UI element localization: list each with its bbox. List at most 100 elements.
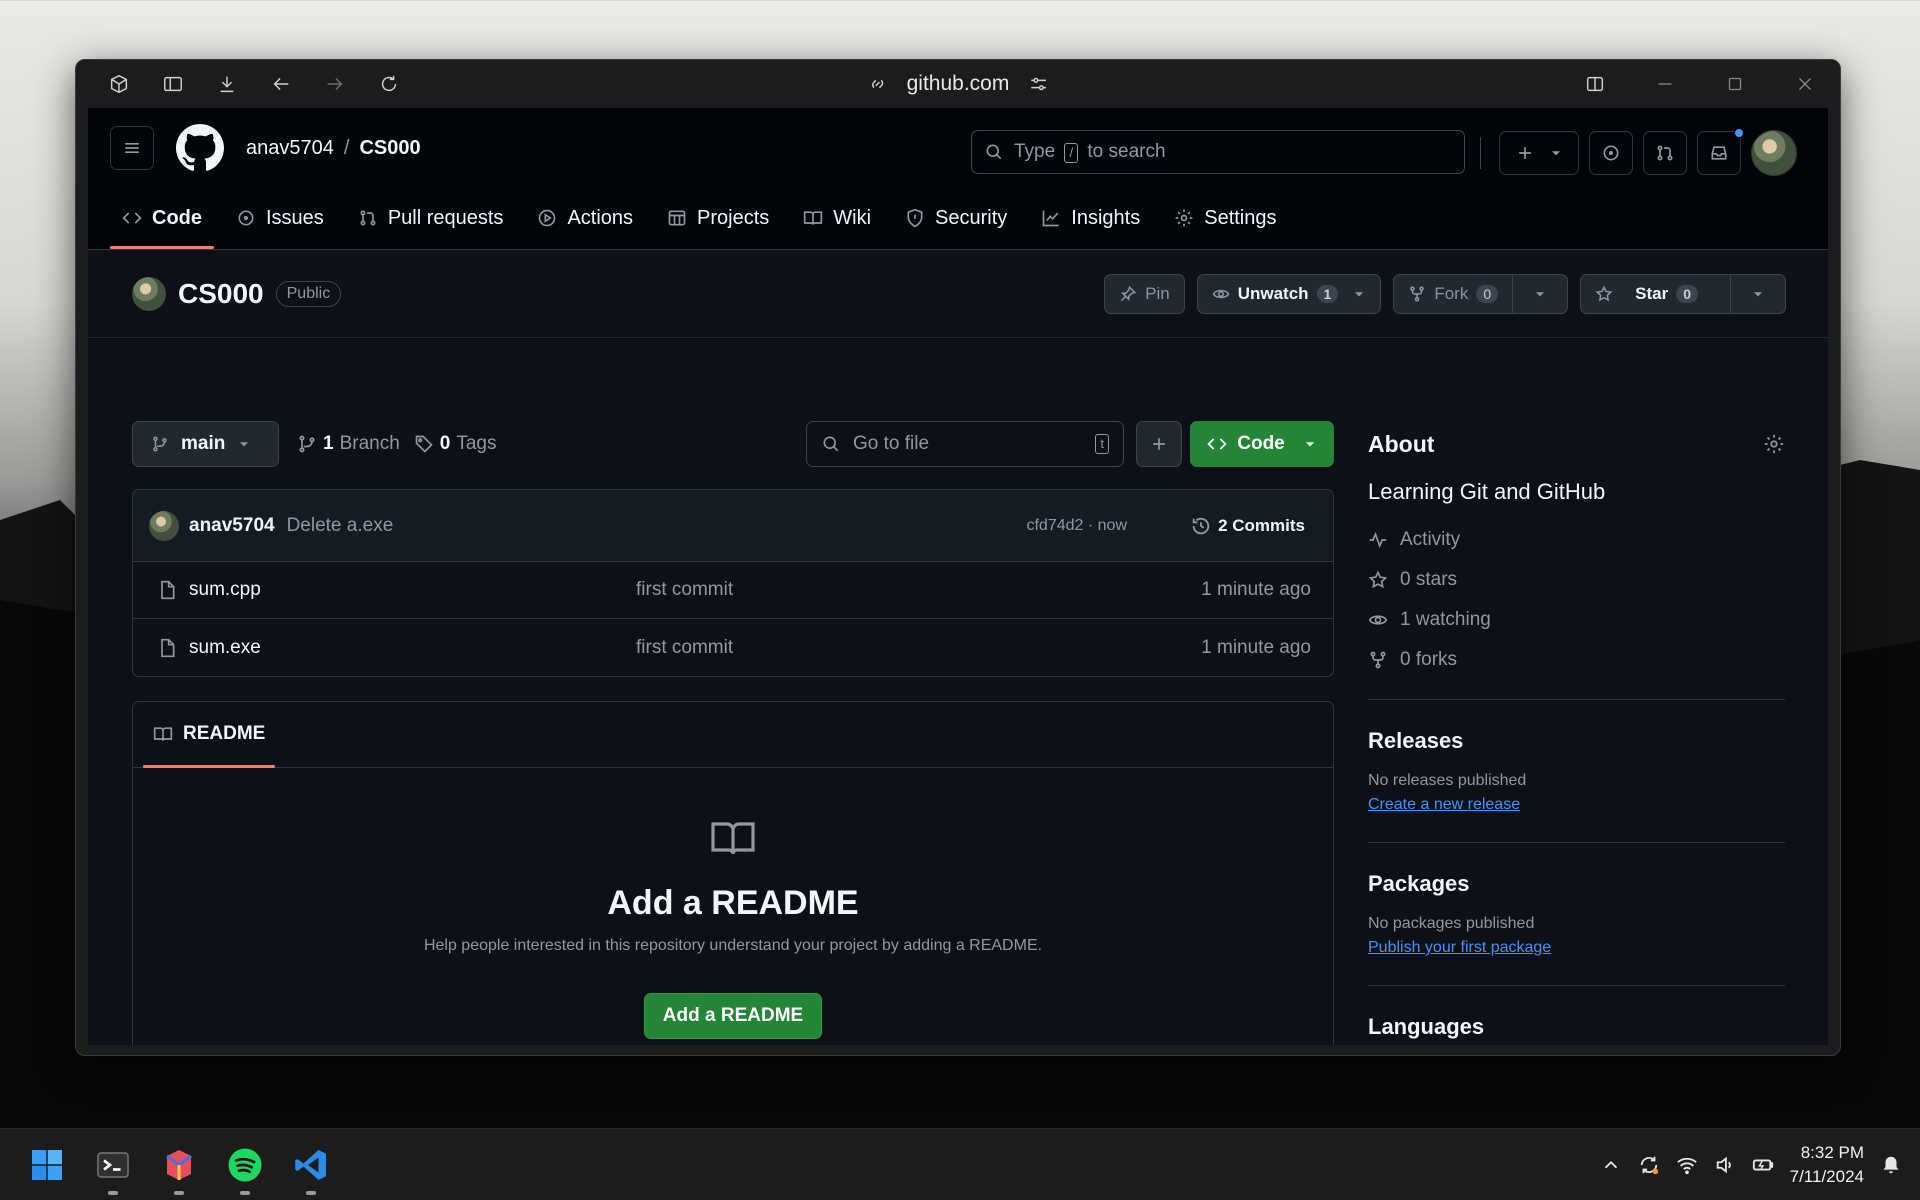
tab-label: Actions [567,206,634,229]
owner-avatar[interactable] [132,276,166,311]
gear-icon[interactable] [1763,433,1785,455]
commit-message[interactable]: Delete a.exe [287,515,394,537]
maximize-icon[interactable] [1700,64,1770,104]
file-name[interactable]: sum.exe [189,637,261,659]
issues-button[interactable] [1589,131,1633,175]
caret-down-icon [1305,442,1314,447]
caret-down-icon [240,442,249,447]
battery-icon[interactable] [1752,1154,1774,1176]
readme-tab[interactable]: README [143,702,276,768]
packages-heading[interactable]: Packages [1368,871,1785,897]
vscode-app[interactable] [278,1129,344,1200]
commits-link[interactable]: 2 Commits [1190,515,1305,537]
browser-logo-icon[interactable] [92,64,146,104]
create-release-link[interactable]: Create a new release [1368,796,1520,814]
site-settings-icon[interactable] [1025,64,1051,104]
volume-icon[interactable] [1714,1154,1736,1176]
search-input[interactable]: Type / to search [971,130,1465,174]
table-row[interactable]: sum.cpp first commit 1 minute ago [133,562,1333,619]
about-stat-pulse[interactable]: Activity [1368,529,1785,551]
download-icon[interactable] [200,64,254,104]
about-stat-eye[interactable]: 1 watching [1368,609,1785,631]
notification-bell-icon[interactable] [1880,1154,1902,1176]
inbox-button[interactable] [1697,127,1745,175]
tab-actions[interactable]: Actions [525,187,645,249]
breadcrumb-repo[interactable]: CS000 [359,137,420,160]
about-stat-star[interactable]: 0 stars [1368,569,1785,591]
split-view-icon[interactable] [1560,64,1630,104]
file-name[interactable]: sum.cpp [189,579,261,601]
branch-selector[interactable]: main [132,421,279,467]
browser-app[interactable] [146,1129,212,1200]
tab-projects[interactable]: Projects [655,187,781,249]
pin-button[interactable]: Pin [1104,274,1185,314]
sync-icon[interactable] [1638,1154,1660,1176]
spotify-app[interactable] [212,1129,278,1200]
star-icon [1368,570,1388,589]
star-dropdown[interactable] [1730,275,1785,313]
wifi-icon[interactable] [1676,1154,1698,1176]
commit-hash[interactable]: cfd74d2 · now [1026,517,1127,535]
forward-arrow-icon[interactable] [308,64,362,104]
start-button[interactable] [14,1129,80,1200]
breadcrumb: anav5704 / CS000 [246,137,421,160]
tag-label: Tags [456,433,497,454]
tab-pull-requests[interactable]: Pull requests [346,187,516,249]
url-text[interactable]: github.com [907,72,1010,96]
add-readme-button[interactable]: Add a README [643,993,823,1039]
commit-author[interactable]: anav5704 [189,515,275,537]
star-button[interactable]: Star 0 [1580,274,1786,314]
minimize-icon[interactable] [1630,64,1700,104]
unwatch-button[interactable]: Unwatch 1 [1196,274,1382,314]
fork-icon [1410,286,1425,302]
tab-issues[interactable]: Issues [224,187,336,249]
table-row[interactable]: sum.exe first commit 1 minute ago [133,619,1333,676]
about-stat-fork[interactable]: 0 forks [1368,649,1785,671]
publish-package-link[interactable]: Publish your first package [1368,939,1551,957]
about-description: Learning Git and GitHub [1368,479,1606,504]
address-bar[interactable]: github.com [865,60,1052,108]
file-icon [161,580,175,600]
breadcrumb-owner[interactable]: anav5704 [246,137,334,160]
tab-settings[interactable]: Settings [1162,187,1288,249]
chevron-up-icon[interactable] [1600,1154,1622,1176]
sidebar-divider [1368,842,1785,843]
create-new-button[interactable] [1499,131,1579,175]
fork-button[interactable]: Fork 0 [1393,274,1569,314]
branch-name: main [181,433,226,454]
go-to-file-input[interactable]: Go to file t [806,421,1124,467]
reload-icon[interactable] [362,64,416,104]
user-avatar[interactable] [1751,130,1797,176]
tab-label: Issues [266,206,324,229]
tab-wiki[interactable]: Wiki [791,187,883,249]
close-icon[interactable] [1770,64,1840,104]
tab-insights[interactable]: Insights [1029,187,1152,249]
fork-dropdown[interactable] [1512,275,1567,313]
terminal-app[interactable] [80,1129,146,1200]
menu-button[interactable] [110,126,154,170]
add-file-button[interactable] [1136,421,1182,467]
file-commit-message[interactable]: first commit [636,579,733,601]
repo-nav: Code Issues Pull requests Actions Projects Wi… [88,188,1828,250]
tab-label: Security [935,206,1008,229]
github-logo-icon[interactable] [176,124,224,172]
commit-author-avatar[interactable] [149,510,179,541]
releases-heading[interactable]: Releases [1368,728,1785,754]
pull-requests-button[interactable] [1643,131,1687,175]
branches-link[interactable]: 1 Branch [297,433,400,455]
commits-label: 2 Commits [1218,515,1305,535]
tab-security[interactable]: Security [893,187,1019,249]
github-header: anav5704 / CS000 Type / to search [88,108,1828,188]
repo-title[interactable]: CS000 [178,278,264,310]
gear-icon [1175,209,1193,227]
back-arrow-icon[interactable] [254,64,308,104]
readme-tabs: README [133,702,1333,768]
about-header: About [1368,421,1785,467]
file-commit-message[interactable]: first commit [636,637,733,659]
tags-link[interactable]: 0 Tags [414,433,497,455]
branch-icon [299,435,315,453]
tab-code[interactable]: Code [110,187,214,249]
sidebar-toggle-icon[interactable] [146,64,200,104]
code-dropdown-button[interactable]: Code [1190,421,1334,467]
clock[interactable]: 8:32 PM 7/11/2024 [1790,1141,1864,1189]
